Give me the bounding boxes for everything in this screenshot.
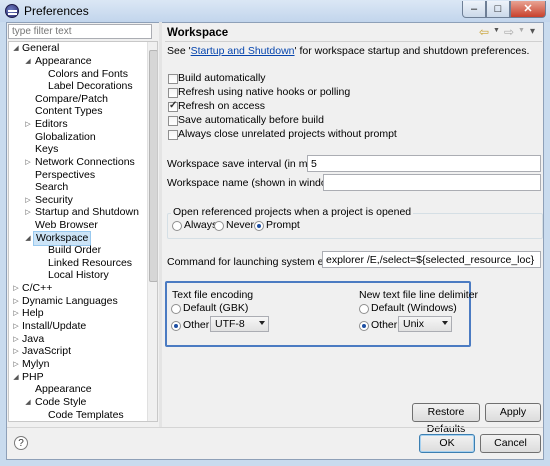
help-icon[interactable]: ? bbox=[14, 436, 28, 450]
never-radio[interactable] bbox=[214, 221, 224, 231]
page-title: Workspace bbox=[167, 27, 229, 39]
scrollbar-thumb[interactable] bbox=[149, 50, 157, 282]
ok-button[interactable]: OK bbox=[419, 434, 475, 453]
tree-item-label-decorations[interactable]: Label Decorations bbox=[48, 80, 133, 93]
tree-item-web-browser[interactable]: Web Browser bbox=[35, 219, 98, 232]
collapse-triangle-icon[interactable]: ◢ bbox=[12, 42, 20, 55]
see-startup-text: See 'Startup and Shutdown' for workspace… bbox=[167, 45, 529, 57]
prompt-radio[interactable] bbox=[254, 221, 264, 231]
delimiter-select[interactable]: Unix bbox=[398, 316, 452, 332]
expand-triangle-icon[interactable]: ▷ bbox=[24, 156, 32, 169]
back-dropdown-icon[interactable]: ▼ bbox=[493, 27, 500, 34]
preferences-tree: ◢ General ◢ Appearance Colors and Fonts … bbox=[8, 41, 158, 422]
tree-item-network-connections[interactable]: Network Connections bbox=[35, 156, 135, 169]
build-automatically-label: Build automatically bbox=[178, 72, 266, 84]
delimiter-other-radio[interactable] bbox=[359, 321, 369, 331]
tree-item-mylyn[interactable]: Mylyn bbox=[22, 358, 49, 371]
collapse-triangle-icon[interactable]: ◢ bbox=[24, 232, 32, 245]
delimiter-default-label: Default (Windows) bbox=[371, 302, 457, 314]
tree-item-help[interactable]: Help bbox=[22, 307, 44, 320]
delimiter-default-radio[interactable] bbox=[359, 304, 369, 314]
prompt-radio-label: Prompt bbox=[266, 219, 300, 231]
forward-arrow-icon[interactable]: ⇨ bbox=[504, 25, 514, 39]
dropdown-arrow-icon bbox=[442, 321, 448, 325]
filter-input[interactable] bbox=[8, 24, 152, 39]
tree-scrollbar[interactable] bbox=[147, 42, 157, 421]
tree-item-content-types[interactable]: Content Types bbox=[35, 105, 103, 118]
tree-item-appearance[interactable]: Appearance bbox=[35, 55, 92, 68]
encoding-select-value: UTF-8 bbox=[215, 318, 245, 330]
workspace-name-input[interactable] bbox=[323, 174, 541, 191]
always-radio[interactable] bbox=[172, 221, 182, 231]
close-unrelated-projects-label: Always close unrelated projects without … bbox=[178, 128, 397, 140]
expand-triangle-icon[interactable]: ▷ bbox=[12, 282, 20, 295]
window-title: Preferences bbox=[24, 4, 89, 18]
minimize-button[interactable]: – bbox=[462, 1, 486, 18]
expand-triangle-icon[interactable]: ▷ bbox=[12, 307, 20, 320]
expand-triangle-icon[interactable]: ▷ bbox=[12, 345, 20, 358]
explorer-command-input[interactable]: explorer /E,/select=${selected_resource_… bbox=[322, 251, 541, 268]
always-radio-label: Always bbox=[184, 219, 218, 231]
eclipse-app-icon bbox=[5, 4, 19, 18]
tree-item-build-order[interactable]: Build Order bbox=[48, 244, 101, 257]
cancel-button[interactable]: Cancel bbox=[480, 434, 541, 453]
tree-item-editors[interactable]: Editors bbox=[35, 118, 68, 131]
delimiter-other-label: Other: bbox=[371, 319, 401, 331]
tree-item-install-update[interactable]: Install/Update bbox=[22, 320, 86, 333]
restore-defaults-button[interactable]: Restore Defaults bbox=[412, 403, 480, 435]
maximize-button[interactable]: □ bbox=[486, 1, 510, 18]
encoding-other-radio[interactable] bbox=[171, 321, 181, 331]
refresh-native-hooks-checkbox[interactable] bbox=[168, 88, 178, 98]
build-automatically-checkbox[interactable] bbox=[168, 74, 178, 84]
tree-item-php-appearance[interactable]: Appearance bbox=[35, 383, 92, 396]
tree-item-search[interactable]: Search bbox=[35, 181, 68, 194]
forward-dropdown-icon[interactable]: ▼ bbox=[518, 27, 525, 34]
tree-item-code-style[interactable]: Code Style bbox=[35, 396, 86, 409]
dropdown-arrow-icon bbox=[259, 321, 265, 325]
close-button[interactable]: ✕ bbox=[510, 1, 546, 18]
delimiter-select-value: Unix bbox=[403, 318, 425, 330]
pane-splitter[interactable] bbox=[159, 22, 162, 427]
tree-item-keys[interactable]: Keys bbox=[35, 143, 58, 156]
collapse-triangle-icon[interactable]: ◢ bbox=[24, 55, 32, 68]
tree-item-c-cpp[interactable]: C/C++ bbox=[22, 282, 52, 295]
line-delimiter-title: New text file line delimiter bbox=[359, 289, 479, 301]
footer-separator bbox=[7, 427, 543, 428]
tree-item-general[interactable]: General bbox=[22, 42, 59, 55]
encoding-select[interactable]: UTF-8 bbox=[210, 316, 269, 332]
title-separator bbox=[165, 41, 542, 42]
expand-triangle-icon[interactable]: ▷ bbox=[12, 320, 20, 333]
tree-item-startup-and-shutdown[interactable]: Startup and Shutdown bbox=[35, 206, 139, 219]
encoding-default-radio[interactable] bbox=[171, 304, 181, 314]
startup-shutdown-link[interactable]: Startup and Shutdown bbox=[191, 45, 295, 57]
expand-triangle-icon[interactable]: ▷ bbox=[24, 206, 32, 219]
collapse-triangle-icon[interactable]: ◢ bbox=[12, 371, 20, 384]
text-file-encoding-title: Text file encoding bbox=[172, 289, 254, 301]
tree-item-code-templates[interactable]: Code Templates bbox=[48, 409, 124, 421]
see-prefix: See ' bbox=[167, 45, 191, 57]
save-before-build-label: Save automatically before build bbox=[178, 114, 324, 126]
tree-item-javascript[interactable]: JavaScript bbox=[22, 345, 71, 358]
refresh-native-hooks-label: Refresh using native hooks or polling bbox=[178, 86, 351, 98]
expand-triangle-icon[interactable]: ▷ bbox=[12, 358, 20, 371]
open-projects-group-title: Open referenced projects when a project … bbox=[171, 206, 414, 218]
see-suffix: ' for workspace startup and shutdown pre… bbox=[294, 45, 530, 57]
view-menu-icon[interactable]: ▾ bbox=[530, 26, 535, 37]
collapse-triangle-icon[interactable]: ◢ bbox=[24, 396, 32, 409]
encoding-other-label: Other: bbox=[183, 319, 213, 331]
expand-triangle-icon[interactable]: ▷ bbox=[24, 118, 32, 131]
apply-button[interactable]: Apply bbox=[485, 403, 541, 422]
encoding-default-label: Default (GBK) bbox=[183, 302, 249, 314]
tree-item-local-history[interactable]: Local History bbox=[48, 269, 109, 282]
back-arrow-icon[interactable]: ⇦ bbox=[479, 25, 489, 39]
refresh-on-access-checkbox[interactable] bbox=[168, 100, 178, 112]
close-unrelated-projects-checkbox[interactable] bbox=[168, 130, 178, 140]
save-interval-input[interactable]: 5 bbox=[307, 155, 541, 172]
never-radio-label: Never bbox=[226, 219, 255, 231]
save-before-build-checkbox[interactable] bbox=[168, 116, 178, 126]
refresh-on-access-label: Refresh on access bbox=[178, 100, 265, 112]
